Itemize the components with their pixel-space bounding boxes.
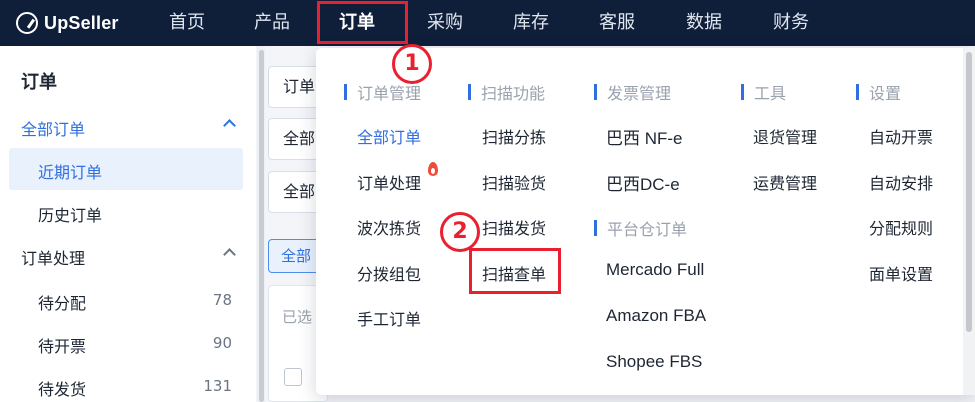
chevron-up-icon: [223, 248, 236, 261]
menu-scrollbar-thumb[interactable]: [966, 52, 972, 332]
menu-item-shopee-fbs[interactable]: Shopee FBS: [606, 352, 702, 372]
step-2-marker: 2: [440, 212, 480, 252]
menu-item-wave-picking[interactable]: 波次拣货: [357, 215, 421, 239]
menu-item-brazil-dce[interactable]: 巴西DC-e: [606, 170, 680, 195]
menu-header-platform-warehouse: 平台仓订单: [594, 216, 687, 240]
sidebar-item-label: 历史订单: [38, 206, 103, 225]
header-marker: [741, 84, 744, 100]
menu-item-shipping-fee-management[interactable]: 运费管理: [753, 170, 817, 194]
menu-item-all-orders[interactable]: 全部订单: [357, 124, 421, 148]
menu-scrollbar[interactable]: [963, 48, 975, 395]
upseller-logo[interactable]: UpSeller: [16, 10, 119, 36]
nav-purchasing[interactable]: 采购: [418, 0, 472, 46]
brand-name: UpSeller: [44, 12, 119, 33]
menu-item-order-processing[interactable]: 订单处理: [357, 170, 421, 194]
menu-item-brazil-nfe[interactable]: 巴西 NF-e: [606, 124, 683, 149]
menu-header-label: 平台仓订单: [607, 220, 688, 239]
sidebar-item-count: 78: [212, 291, 232, 309]
sidebar-group-all-orders[interactable]: 全部订单: [0, 105, 256, 147]
top-navigation-bar: UpSeller 首页 产品 订单 采购 库存 客服 数据 财务: [0, 0, 975, 46]
menu-item-scan-inspect[interactable]: 扫描验货: [482, 170, 546, 194]
sidebar-group-order-processing[interactable]: 订单处理: [0, 234, 256, 276]
sidebar-item-pending-invoice[interactable]: 待开票 90: [0, 322, 256, 364]
sidebar-item-pending-shipment[interactable]: 待发货 131: [0, 365, 256, 402]
header-marker: [594, 84, 597, 100]
header-marker: [856, 84, 859, 100]
menu-item-label-settings[interactable]: 面单设置: [869, 261, 933, 285]
menu-item-sorting-packing[interactable]: 分拨组包: [357, 261, 421, 285]
sidebar-group-label: 订单处理: [21, 249, 86, 268]
menu-header-invoice-management: 发票管理: [594, 80, 671, 104]
nav-inventory[interactable]: 库存: [504, 0, 558, 46]
menu-header-label: 发票管理: [607, 84, 672, 103]
sidebar-item-count: 131: [203, 377, 232, 395]
nav-orders[interactable]: 订单: [330, 0, 384, 46]
menu-header-label: 设置: [869, 84, 902, 103]
menu-item-scan-lookup[interactable]: 扫描查单: [482, 261, 546, 285]
header-marker: [594, 220, 597, 236]
menu-header-tools: 工具: [741, 80, 786, 104]
sidebar-item-pending-allocation[interactable]: 待分配 78: [0, 279, 256, 321]
menu-item-amazon-fba[interactable]: Amazon FBA: [606, 306, 706, 326]
sidebar-group-label: 全部订单: [21, 120, 86, 139]
menu-item-return-management[interactable]: 退货管理: [753, 124, 817, 148]
upseller-logo-icon: [16, 12, 38, 34]
sidebar-title: 订单: [21, 72, 57, 93]
menu-item-scan-sort[interactable]: 扫描分拣: [482, 124, 546, 148]
sidebar-item-count: 90: [212, 334, 232, 352]
select-row-checkbox[interactable]: [284, 368, 302, 386]
menu-item-scan-ship[interactable]: 扫描发货: [482, 215, 546, 239]
menu-item-auto-arrange[interactable]: 自动安排: [869, 170, 933, 194]
nav-finance[interactable]: 财务: [764, 0, 818, 46]
header-marker: [344, 84, 347, 100]
sidebar-item-label: 待发货: [38, 380, 87, 399]
sidebar: 订单 全部订单 近期订单 历史订单 订单处理 待分配 78 待开票 90 待发货…: [0, 46, 256, 402]
menu-item-auto-invoice[interactable]: 自动开票: [869, 124, 933, 148]
sidebar-item-label: 待分配: [38, 294, 87, 313]
sidebar-item-history-orders[interactable]: 历史订单: [0, 191, 256, 233]
sidebar-item-recent-orders[interactable]: 近期订单: [0, 148, 256, 190]
sidebar-item-label: 待开票: [38, 337, 87, 356]
nav-data[interactable]: 数据: [677, 0, 731, 46]
selected-count-text: 已选: [282, 308, 313, 326]
nav-products[interactable]: 产品: [245, 0, 299, 46]
chevron-up-icon: [223, 119, 236, 132]
nav-customer-service[interactable]: 客服: [590, 0, 644, 46]
step-1-marker: 1: [392, 44, 432, 84]
menu-header-settings: 设置: [856, 80, 901, 104]
menu-item-mercado-full[interactable]: Mercado Full: [606, 260, 704, 280]
header-marker: [468, 84, 471, 100]
menu-item-allocation-rules[interactable]: 分配规则: [869, 215, 933, 239]
hot-fire-icon: [428, 162, 438, 176]
sidebar-item-label: 近期订单: [38, 163, 103, 182]
menu-header-label: 工具: [754, 84, 787, 103]
menu-item-manual-order[interactable]: 手工订单: [357, 306, 421, 330]
menu-header-label: 扫描功能: [481, 84, 546, 103]
menu-header-scan-functions: 扫描功能: [468, 80, 545, 104]
nav-home[interactable]: 首页: [160, 0, 214, 46]
sidebar-scrollbar-thumb[interactable]: [259, 50, 264, 402]
